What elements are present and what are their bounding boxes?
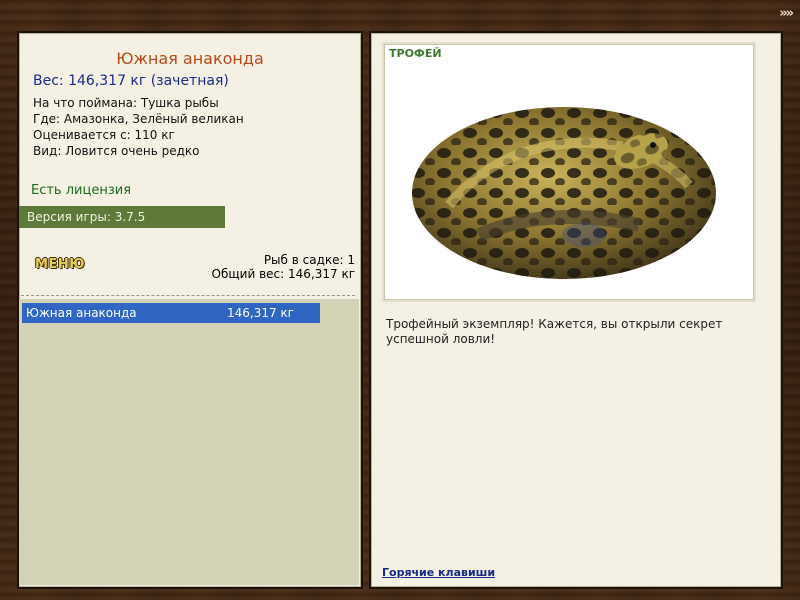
trophy-photo-frame: ТРОФЕЙ — [384, 44, 754, 300]
hotkeys-link[interactable]: Горячие клавиши — [382, 566, 495, 579]
keepnet-row[interactable]: Южная анаконда 146,317 кг — [22, 303, 320, 323]
game-version-bar: Версия игры: 3.7.5 — [19, 206, 225, 228]
rarity-line: Вид: Ловится очень редко — [33, 144, 200, 158]
divider — [21, 295, 355, 296]
fish-count: Рыб в садке: 1 — [263, 253, 355, 267]
bait-line: На что поймана: Тушка рыбы — [33, 96, 219, 110]
anaconda-image — [412, 107, 716, 279]
keepnet-row-weight: 146,317 кг — [227, 306, 294, 320]
total-weight: Общий вес: 146,317 кг — [211, 267, 355, 281]
location-line: Где: Амазонка, Зелёный великан — [33, 112, 244, 126]
menu-button[interactable]: МЕНЮ — [35, 257, 85, 272]
trophy-description: Трофейный экземпляр! Кажется, вы открыли… — [386, 317, 723, 346]
keepnet-stats: Рыб в садке: 1 Общий вес: 146,317 кг — [212, 253, 355, 281]
fish-details: На что поймана: Тушка рыбы Где: Амазонка… — [33, 95, 244, 159]
rated-from-line: Оценивается с: 110 кг — [33, 128, 175, 142]
next-arrows-icon[interactable]: »» — [779, 6, 794, 21]
fish-info-panel: Южная анаконда Вес: 146,317 кг (зачетная… — [17, 31, 363, 589]
fish-weight: Вес: 146,317 кг (зачетная) — [33, 73, 229, 89]
trophy-label: ТРОФЕЙ — [389, 47, 442, 60]
keepnet-list: Южная анаконда 146,317 кг — [19, 299, 359, 585]
keepnet-row-name: Южная анаконда — [26, 306, 137, 320]
trophy-panel: ТРОФЕЙ Трофейный экземпляр! Кажется, вы … — [369, 31, 783, 589]
fish-name-title: Южная анаконда — [116, 49, 264, 68]
license-status: Есть лицензия — [31, 183, 132, 198]
